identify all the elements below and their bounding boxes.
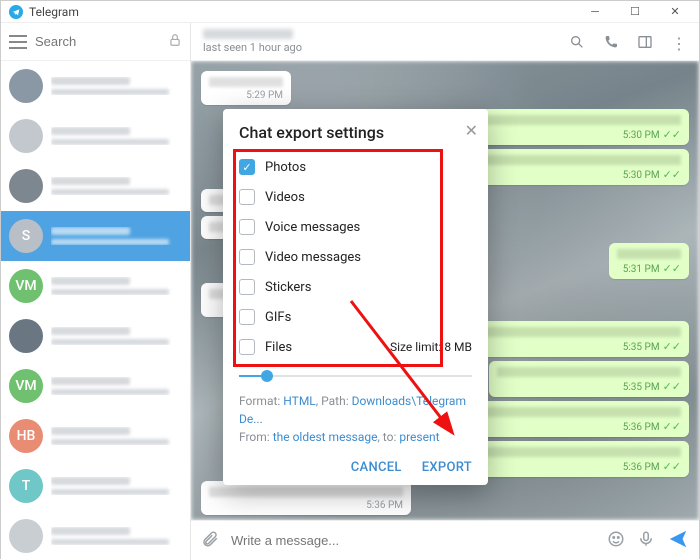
avatar (9, 119, 43, 153)
size-limit-slider[interactable] (239, 368, 472, 384)
window-titlebar: Telegram ─ ☐ ✕ (1, 1, 699, 23)
checkbox[interactable] (239, 189, 255, 205)
chat-list: S VM VM HB T (1, 61, 190, 560)
checkbox[interactable] (239, 339, 255, 355)
more-icon[interactable]: ⋮ (671, 34, 687, 50)
search-input-wrap[interactable] (35, 34, 160, 49)
chat-header: last seen 1 hour ago ⋮ (191, 23, 699, 61)
chat-list-item[interactable] (1, 61, 190, 111)
avatar: T (9, 469, 43, 503)
export-option-row[interactable]: GIFs (239, 302, 472, 332)
format-link[interactable]: HTML (283, 394, 316, 408)
avatar (9, 69, 43, 103)
export-option-label: Photos (265, 160, 306, 175)
size-limit-label: Size limit: 8 MB (390, 340, 472, 354)
message-outgoing: 5:35 PM✓✓ (459, 321, 689, 357)
export-option-label: Video messages (265, 250, 361, 265)
chat-list-item[interactable]: S (1, 211, 190, 261)
message-outgoing: 5:35 PM✓✓ (489, 361, 689, 397)
search-in-chat-icon[interactable] (569, 34, 585, 50)
chat-list-item[interactable] (1, 161, 190, 211)
avatar (9, 319, 43, 353)
call-icon[interactable] (603, 34, 619, 50)
cancel-button[interactable]: CANCEL (351, 460, 402, 475)
export-range-line: From: the oldest message, to: present (239, 428, 472, 446)
window-minimize-button[interactable]: ─ (575, 1, 615, 23)
avatar: VM (9, 369, 43, 403)
avatar (9, 519, 43, 553)
message-incoming: 5:36 PM (201, 481, 411, 515)
chat-list-item[interactable] (1, 511, 190, 560)
chat-list-item[interactable]: VM (1, 261, 190, 311)
telegram-logo-icon (9, 5, 23, 19)
chat-list-item[interactable]: VM (1, 361, 190, 411)
checkbox[interactable]: ✓ (239, 159, 255, 175)
window-maximize-button[interactable]: ☐ (615, 1, 655, 23)
chat-list-item[interactable]: HB (1, 411, 190, 461)
checkbox[interactable] (239, 219, 255, 235)
from-link[interactable]: the oldest message (273, 430, 378, 444)
window-close-button[interactable]: ✕ (655, 1, 695, 23)
message-input[interactable] (231, 533, 595, 548)
chat-list-item[interactable]: T (1, 461, 190, 511)
modal-title: Chat export settings (239, 123, 472, 142)
export-settings-modal: ✕ Chat export settings ✓ Photos Videos Voic… (223, 109, 488, 485)
chat-name (203, 29, 293, 39)
export-option-row[interactable]: Voice messages (239, 212, 472, 242)
sidebar-toggle-icon[interactable] (637, 34, 653, 50)
sidebar: S VM VM HB T (1, 23, 191, 560)
chat-status: last seen 1 hour ago (203, 41, 302, 54)
export-option-label: Videos (265, 190, 305, 205)
composer (191, 520, 699, 560)
avatar (9, 169, 43, 203)
mic-icon[interactable] (637, 530, 655, 552)
window-title: Telegram (29, 5, 79, 19)
export-option-label: Voice messages (265, 220, 360, 235)
export-option-row[interactable]: Video messages (239, 242, 472, 272)
export-option-label: Files (265, 340, 292, 355)
avatar: S (9, 219, 43, 253)
export-option-row[interactable]: Files Size limit: 8 MB (239, 332, 472, 362)
search-input[interactable] (35, 34, 160, 49)
chat-list-item[interactable] (1, 111, 190, 161)
send-button[interactable] (667, 528, 689, 554)
close-icon[interactable]: ✕ (465, 121, 478, 140)
to-link[interactable]: present (399, 430, 439, 444)
export-option-row[interactable]: Videos (239, 182, 472, 212)
message-incoming: 5:29 PM (201, 71, 291, 105)
export-option-label: GIFs (265, 310, 291, 325)
export-option-label: Stickers (265, 280, 311, 295)
message-outgoing: 5:30 PM✓✓ (469, 149, 689, 185)
export-option-row[interactable]: ✓ Photos (239, 152, 472, 182)
checkbox[interactable] (239, 309, 255, 325)
menu-icon[interactable] (9, 35, 27, 49)
avatar: VM (9, 269, 43, 303)
export-button[interactable]: EXPORT (422, 460, 472, 475)
attach-icon[interactable] (201, 530, 219, 552)
message-outgoing: 5:36 PM✓✓ (459, 401, 689, 437)
message-outgoing: 5:31 PM✓✓ (609, 243, 689, 279)
export-option-row[interactable]: Stickers (239, 272, 472, 302)
export-format-line: Format: HTML, Path: Downloads\Telegram D… (239, 392, 472, 428)
lock-icon[interactable] (168, 33, 182, 51)
avatar: HB (9, 419, 43, 453)
chat-list-item[interactable] (1, 311, 190, 361)
checkbox[interactable] (239, 249, 255, 265)
emoji-icon[interactable] (607, 530, 625, 552)
checkbox[interactable] (239, 279, 255, 295)
